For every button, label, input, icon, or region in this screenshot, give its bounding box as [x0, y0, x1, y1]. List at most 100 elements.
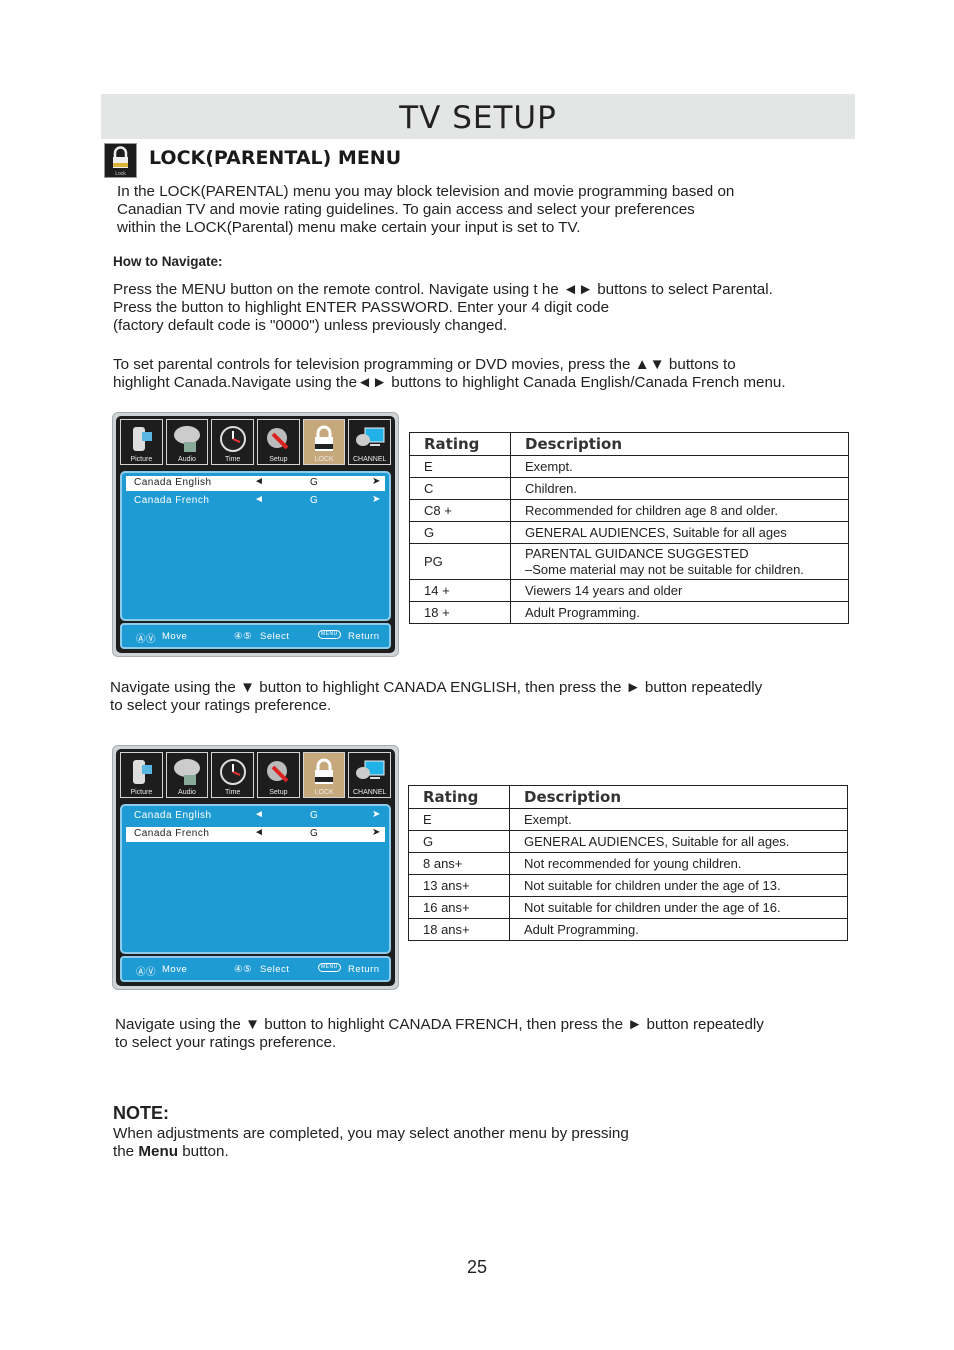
page-number: 25	[466, 1257, 488, 1277]
note-text: When adjustments are completed, you may …	[113, 1125, 629, 1160]
table-row: 18 + Adult Programming.	[409, 601, 849, 624]
clock-icon	[218, 424, 248, 459]
header-description: Description	[510, 432, 849, 456]
speaker-icon	[172, 757, 202, 792]
satellite-monitor-icon	[354, 424, 386, 459]
speaker-icon	[172, 424, 202, 459]
caption-canada-english: Navigate using the ▼ button to highlight…	[110, 679, 763, 714]
menu-row-canada-french[interactable]: Canada French ◄ G ➤	[126, 827, 385, 842]
table-row: 14 + Viewers 14 years and older	[409, 579, 849, 602]
canada-french-ratings-table: Rating Description E Exempt. G GENERAL AUDI…	[408, 785, 848, 941]
left-right-icon: ④⑤	[234, 964, 253, 975]
description-cell: Recommended for children age 8 and older…	[510, 499, 849, 522]
header-rating: Rating	[409, 432, 511, 456]
up-down-icon: ⒶⓋ	[136, 634, 157, 645]
tab-channel[interactable]: CHANNEL	[348, 752, 392, 798]
menu-row-canada-english[interactable]: Canada English ◄ G ➤	[126, 809, 385, 824]
header-description: Description	[509, 785, 848, 809]
up-down-icon: ⒶⓋ	[136, 967, 157, 978]
lock-menu-list: Canada English ◄ G ➤ Canada French ◄ G ➤	[120, 804, 391, 954]
left-arrow-icon[interactable]: ◄	[254, 809, 264, 820]
navigate-step-2: To set parental controls for television …	[113, 356, 786, 391]
menu-row-canada-french[interactable]: Canada French ◄ G ➤	[126, 494, 385, 509]
note-heading: NOTE:	[113, 1103, 169, 1123]
tv-menu-screenshot-french: Picture Audio Time Setup LOCK CHANNEL Ca…	[112, 745, 399, 990]
menu-button-icon: MENU	[318, 630, 341, 639]
table-row: C8 + Recommended for children age 8 and o…	[409, 499, 849, 522]
section-title: LOCK(PARENTAL) MENU	[149, 147, 402, 169]
description-cell: Not suitable for children under the age …	[509, 896, 848, 919]
satellite-monitor-icon	[354, 757, 386, 792]
description-cell: Exempt.	[509, 808, 848, 831]
description-cell: GENERAL AUDIENCES, Suitable for all ages	[510, 521, 849, 544]
rating-cell: G	[409, 521, 511, 544]
table-row: C Children.	[409, 477, 849, 500]
page-title: TV SETUP	[399, 100, 557, 136]
navigate-step-1: Press the MENU button on the remote cont…	[113, 281, 773, 334]
rating-cell: 14 +	[409, 579, 511, 602]
menu-button-icon: MENU	[318, 963, 341, 972]
tab-picture[interactable]: Picture	[120, 419, 163, 465]
gear-wrench-icon	[263, 424, 293, 459]
lock-menu-list: Canada English ◄ G ➤ Canada French ◄ G ➤	[120, 471, 391, 621]
right-arrow-icon[interactable]: ➤	[372, 476, 381, 487]
rating-cell: C	[409, 477, 511, 500]
description-cell: Adult Programming.	[510, 601, 849, 624]
camcorder-icon	[128, 424, 154, 459]
svg-text:Lock: Lock	[115, 171, 126, 177]
rating-cell: C8 +	[409, 499, 511, 522]
tab-picture[interactable]: Picture	[120, 752, 163, 798]
table-row: 8 ans+ Not recommended for young children…	[408, 852, 848, 875]
rating-cell: 13 ans+	[408, 874, 510, 897]
right-arrow-icon[interactable]: ➤	[372, 827, 381, 838]
tab-audio[interactable]: Audio	[165, 419, 209, 465]
tab-audio[interactable]: Audio	[165, 752, 209, 798]
lock-icon: Lock	[104, 143, 137, 178]
table-row: PG PARENTAL GUIDANCE SUGGESTED –Some mate…	[409, 543, 849, 580]
tv-menu-screenshot-english: Picture Audio Time Setup LOCK CHANNEL Ca…	[112, 412, 399, 657]
description-cell: Not suitable for children under the age …	[509, 874, 848, 897]
tab-channel[interactable]: CHANNEL	[348, 419, 392, 465]
rating-cell: G	[408, 830, 510, 853]
left-arrow-icon[interactable]: ◄	[254, 827, 264, 838]
padlock-icon	[309, 757, 339, 792]
description-cell: Children.	[510, 477, 849, 500]
tab-time[interactable]: Time	[211, 752, 255, 798]
tab-lock[interactable]: LOCK	[302, 752, 346, 798]
right-arrow-icon[interactable]: ➤	[372, 809, 381, 820]
rating-cell: 16 ans+	[408, 896, 510, 919]
menu-footer: ⒶⓋ Move ④⑤ Select MENU Return	[120, 956, 391, 982]
tab-setup[interactable]: Setup	[257, 752, 300, 798]
menu-row-canada-english[interactable]: Canada English ◄ G ➤	[126, 476, 385, 491]
description-cell: GENERAL AUDIENCES, Suitable for all ages…	[509, 830, 848, 853]
how-to-navigate-heading: How to Navigate:	[113, 254, 223, 269]
header-rating: Rating	[408, 785, 510, 809]
gear-wrench-icon	[263, 757, 293, 792]
rating-cell: PG	[409, 543, 511, 580]
menu-footer: ⒶⓋ Move ④⑤ Select MENU Return	[120, 623, 391, 649]
description-cell: Exempt.	[510, 455, 849, 478]
table-row: E Exempt.	[409, 455, 849, 478]
left-arrow-icon[interactable]: ◄	[254, 476, 264, 487]
rating-cell: 8 ans+	[408, 852, 510, 875]
table-row: 13 ans+ Not suitable for children under t…	[408, 874, 848, 897]
canada-english-ratings-table: Rating Description E Exempt. C Children. C8 …	[409, 432, 849, 624]
table-row: 18 ans+ Adult Programming.	[408, 918, 848, 941]
intro-paragraph: In the LOCK(PARENTAL) menu you may block…	[117, 183, 735, 236]
table-row: E Exempt.	[408, 808, 848, 831]
tab-time[interactable]: Time	[211, 419, 255, 465]
left-arrow-icon[interactable]: ◄	[254, 494, 264, 505]
tab-setup[interactable]: Setup	[257, 419, 300, 465]
table-row: G GENERAL AUDIENCES, Suitable for all age…	[409, 521, 849, 544]
table-row: 16 ans+ Not suitable for children under t…	[408, 896, 848, 919]
rating-cell: 18 ans+	[408, 918, 510, 941]
caption-canada-french: Navigate using the ▼ button to highlight…	[115, 1016, 764, 1051]
table-row: G GENERAL AUDIENCES, Suitable for all age…	[408, 830, 848, 853]
tab-lock[interactable]: LOCK	[302, 419, 346, 465]
left-right-icon: ④⑤	[234, 631, 253, 642]
right-arrow-icon[interactable]: ➤	[372, 494, 381, 505]
rating-cell: E	[409, 455, 511, 478]
padlock-icon	[309, 424, 339, 459]
rating-cell: 18 +	[409, 601, 511, 624]
description-cell: Not recommended for young children.	[509, 852, 848, 875]
